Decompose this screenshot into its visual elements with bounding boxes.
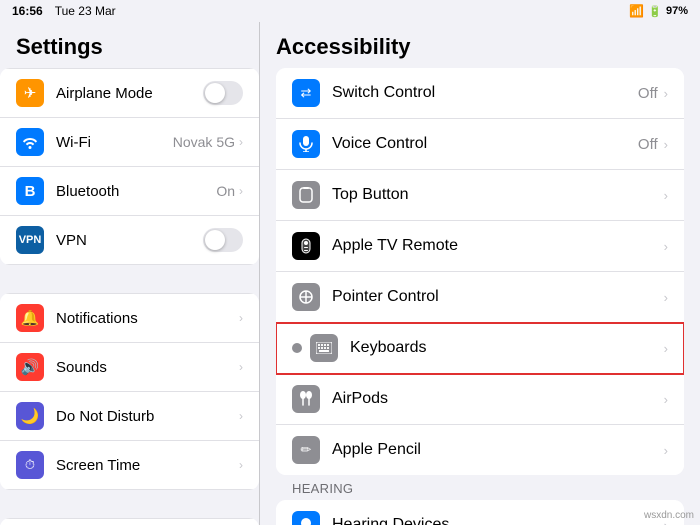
right-group-hearing: Hearing Devices › 🔊 Sound Recognition Of… xyxy=(276,500,684,525)
sidebar: Settings ✈ Airplane Mode Wi-Fi Novak 5G xyxy=(0,22,260,525)
airplane-mode-icon: ✈ xyxy=(16,79,44,107)
right-panel: Accessibility ⇄ Switch Control Off › xyxy=(260,22,700,525)
voice-control-icon xyxy=(292,130,320,158)
sounds-icon: 🔊 xyxy=(16,353,44,381)
row-airpods[interactable]: AirPods › xyxy=(276,374,684,425)
keyboards-label: Keyboards xyxy=(350,339,664,357)
top-button-label: Top Button xyxy=(332,186,664,204)
switch-control-chevron: › xyxy=(664,86,668,101)
pointer-control-chevron: › xyxy=(664,290,668,305)
row-hearing-devices[interactable]: Hearing Devices › xyxy=(276,500,684,525)
apple-tv-remote-chevron: › xyxy=(664,239,668,254)
watermark: wsxdn.com xyxy=(644,510,694,521)
sounds-label: Sounds xyxy=(56,359,239,376)
right-panel-title: Accessibility xyxy=(260,22,700,68)
sidebar-item-screen-time[interactable]: ⏱ Screen Time › xyxy=(0,441,259,490)
sidebar-item-wifi[interactable]: Wi-Fi Novak 5G › xyxy=(0,118,259,167)
pointer-control-label: Pointer Control xyxy=(332,288,664,306)
airplane-mode-label: Airplane Mode xyxy=(56,85,203,102)
top-button-icon xyxy=(292,181,320,209)
notifications-label: Notifications xyxy=(56,310,239,327)
keyboards-icon xyxy=(310,334,338,362)
status-date: Tue 23 Mar xyxy=(55,4,116,18)
status-time: 16:56 xyxy=(12,4,43,18)
hearing-section-label: HEARING xyxy=(276,475,684,500)
hearing-devices-icon xyxy=(292,511,320,525)
vpn-toggle[interactable] xyxy=(203,228,243,252)
sidebar-group-3: ⚙ General › ▦ Control Center › ☀ Display… xyxy=(0,518,259,525)
sidebar-gap-2 xyxy=(0,490,259,518)
keyboards-dot xyxy=(292,343,302,353)
bluetooth-icon: B xyxy=(16,177,44,205)
switch-control-icon: ⇄ xyxy=(292,79,320,107)
pointer-control-icon xyxy=(292,283,320,311)
bluetooth-chevron: › xyxy=(239,184,243,198)
notifications-chevron: › xyxy=(239,311,243,325)
airplane-mode-toggle[interactable] xyxy=(203,81,243,105)
dnd-label: Do Not Disturb xyxy=(56,408,239,425)
sidebar-item-notifications[interactable]: 🔔 Notifications › xyxy=(0,293,259,343)
sidebar-item-bluetooth[interactable]: B Bluetooth On › xyxy=(0,167,259,216)
voice-control-label: Voice Control xyxy=(332,135,638,153)
sidebar-list: ✈ Airplane Mode Wi-Fi Novak 5G › B xyxy=(0,68,259,525)
sounds-chevron: › xyxy=(239,360,243,374)
voice-control-value: Off xyxy=(638,136,658,153)
hearing-devices-label: Hearing Devices xyxy=(332,516,664,525)
sidebar-gap-1 xyxy=(0,265,259,293)
screen-time-label: Screen Time xyxy=(56,457,239,474)
row-voice-control[interactable]: Voice Control Off › xyxy=(276,119,684,170)
screen-time-chevron: › xyxy=(239,458,243,472)
sidebar-item-sounds[interactable]: 🔊 Sounds › xyxy=(0,343,259,392)
apple-tv-remote-label: Apple TV Remote xyxy=(332,237,664,255)
battery-icon: 🔋 xyxy=(648,5,662,18)
sidebar-group-2: 🔔 Notifications › 🔊 Sounds › 🌙 Do Not Di… xyxy=(0,293,259,490)
wifi-value: Novak 5G xyxy=(173,134,235,150)
apple-pencil-right-label: Apple Pencil xyxy=(332,441,664,459)
status-left: 16:56 Tue 23 Mar xyxy=(12,4,116,18)
airpods-icon xyxy=(292,385,320,413)
sidebar-group-1: ✈ Airplane Mode Wi-Fi Novak 5G › B xyxy=(0,68,259,265)
dnd-chevron: › xyxy=(239,409,243,423)
sidebar-title: Settings xyxy=(0,22,259,68)
row-apple-tv-remote[interactable]: Apple TV Remote › xyxy=(276,221,684,272)
battery-percent: 97% xyxy=(666,5,688,17)
wifi-icon-box xyxy=(16,128,44,156)
status-bar: 16:56 Tue 23 Mar 📶 🔋 97% xyxy=(0,0,700,22)
right-panel-content: ⇄ Switch Control Off › Voice Cont xyxy=(260,68,700,525)
vpn-icon: VPN xyxy=(16,226,44,254)
row-keyboards[interactable]: Keyboards › xyxy=(276,323,684,374)
dnd-icon: 🌙 xyxy=(16,402,44,430)
apple-pencil-icon: ✏ xyxy=(292,436,320,464)
airpods-label: AirPods xyxy=(332,390,664,408)
app-container: Settings ✈ Airplane Mode Wi-Fi Novak 5G xyxy=(0,22,700,525)
wifi-icon: 📶 xyxy=(629,4,644,18)
status-right: 📶 🔋 97% xyxy=(629,4,688,18)
notifications-icon: 🔔 xyxy=(16,304,44,332)
switch-control-label: Switch Control xyxy=(332,84,638,102)
sidebar-item-general[interactable]: ⚙ General › xyxy=(0,518,259,525)
wifi-label: Wi-Fi xyxy=(56,134,173,151)
bluetooth-value: On xyxy=(216,183,235,199)
keyboards-chevron: › xyxy=(664,341,668,356)
wifi-chevron: › xyxy=(239,135,243,149)
apple-pencil-right-chevron: › xyxy=(664,443,668,458)
row-top-button[interactable]: Top Button › xyxy=(276,170,684,221)
apple-tv-remote-icon xyxy=(292,232,320,260)
sidebar-item-dnd[interactable]: 🌙 Do Not Disturb › xyxy=(0,392,259,441)
airpods-chevron: › xyxy=(664,392,668,407)
voice-control-chevron: › xyxy=(664,137,668,152)
row-pointer-control[interactable]: Pointer Control › xyxy=(276,272,684,323)
switch-control-value: Off xyxy=(638,85,658,102)
sidebar-item-airplane-mode[interactable]: ✈ Airplane Mode xyxy=(0,68,259,118)
top-button-chevron: › xyxy=(664,188,668,203)
vpn-label: VPN xyxy=(56,232,203,249)
row-switch-control[interactable]: ⇄ Switch Control Off › xyxy=(276,68,684,119)
right-group-1: ⇄ Switch Control Off › Voice Cont xyxy=(276,68,684,475)
bluetooth-label: Bluetooth xyxy=(56,183,216,200)
sidebar-item-vpn[interactable]: VPN VPN xyxy=(0,216,259,265)
row-apple-pencil[interactable]: ✏ Apple Pencil › xyxy=(276,425,684,475)
screen-time-icon: ⏱ xyxy=(16,451,44,479)
